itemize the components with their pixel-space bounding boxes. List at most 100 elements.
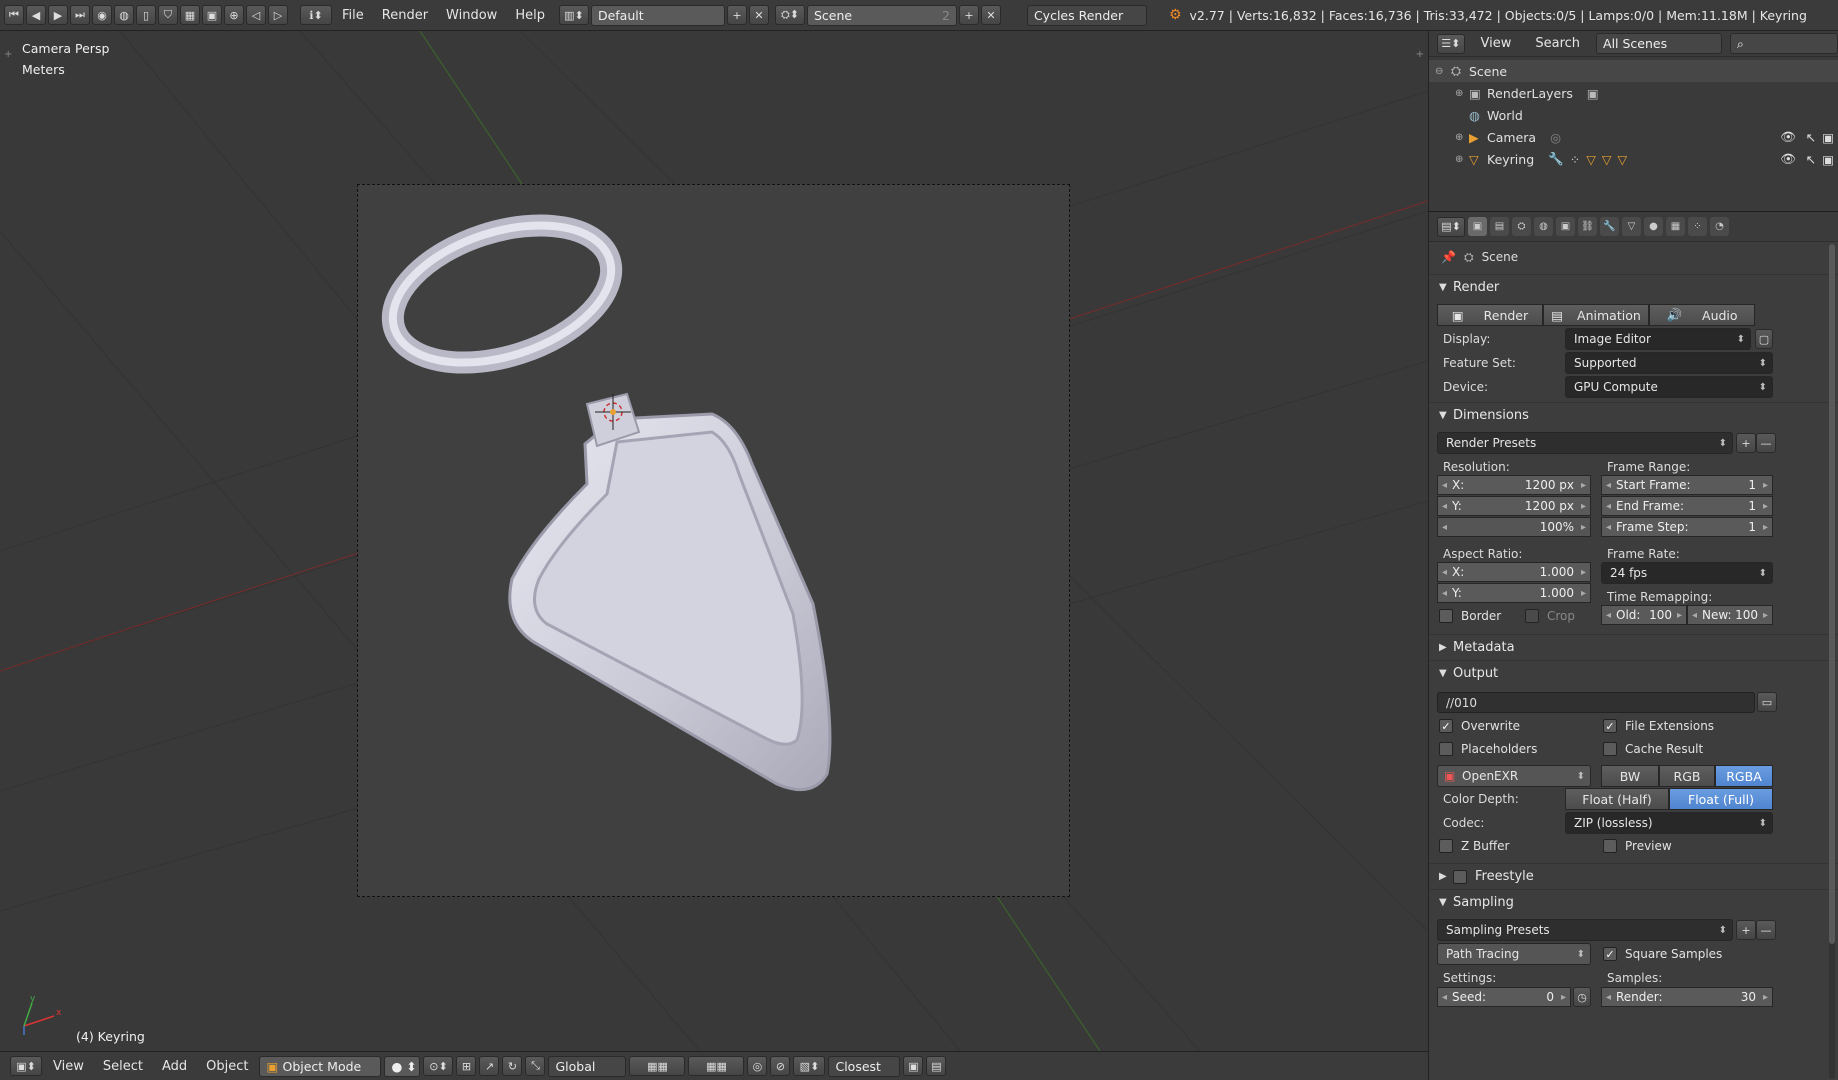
file-extensions-checkbox[interactable]: ✓ (1603, 719, 1617, 733)
outliner-item-renderlayers[interactable]: ⊕ ▣ RenderLayers ▣ (1429, 82, 1838, 104)
panel-output-header[interactable]: ▼ Output (1429, 660, 1838, 686)
scrollbar[interactable] (1829, 244, 1835, 1079)
depth-float-half[interactable]: Float (Half) (1565, 788, 1669, 810)
checker-icon[interactable]: ▦ (180, 5, 200, 25)
search-input[interactable]: ⌕ (1729, 33, 1838, 54)
mesh-data-icon-2[interactable]: ▽ (1602, 152, 1612, 167)
scene-field[interactable]: Scene 2 (806, 4, 957, 26)
visibility-icon[interactable]: 👁 (1780, 129, 1796, 145)
frame-step-field[interactable]: Frame Step: 1 (1601, 517, 1773, 537)
camera-data-icon[interactable]: ◎ (1550, 130, 1561, 145)
resolution-x-field[interactable]: X: 1200 px (1437, 475, 1591, 495)
remove-preset-icon[interactable]: — (1756, 433, 1776, 453)
menu-window[interactable]: Window (438, 8, 505, 23)
snap-target-select[interactable]: Closest (828, 1055, 901, 1077)
clock-icon[interactable]: ◷ (1573, 987, 1591, 1007)
outliner-item-world[interactable]: ◍ World (1429, 104, 1838, 126)
panel-render-header[interactable]: ▼ Render (1429, 274, 1838, 300)
panel-metadata-header[interactable]: ▶ Metadata (1429, 634, 1838, 660)
remove-scene-icon[interactable]: ✕ (980, 5, 1001, 25)
remove-layout-icon[interactable]: ✕ (748, 5, 769, 25)
audio-button[interactable]: 🔊 Audio (1649, 304, 1755, 326)
aspect-y-field[interactable]: Y: 1.000 (1437, 583, 1591, 603)
shield-icon[interactable]: ⛉ (158, 5, 178, 25)
layers-icon-2[interactable]: ▦▦ (688, 1056, 745, 1076)
file-format-select[interactable]: ▣ OpenEXR (1437, 765, 1591, 787)
material-tab-icon[interactable]: ● (1644, 217, 1663, 236)
proportional-edit-icon[interactable]: ◎ (747, 1056, 768, 1076)
blender-logo-icon[interactable]: ◉ (92, 5, 112, 25)
transform-orientation-select[interactable]: Global (548, 1055, 627, 1077)
object-tab-icon[interactable]: ▣ (1556, 217, 1575, 236)
layers-icon[interactable]: ▦▦ (629, 1056, 686, 1076)
particles-tab-icon[interactable]: ⁘ (1688, 217, 1707, 236)
mode-select[interactable]: ▣ Object Mode (259, 1055, 382, 1077)
freestyle-checkbox[interactable] (1453, 869, 1467, 884)
snap-icon[interactable]: ⊘ (770, 1056, 791, 1076)
panel-dimensions-header[interactable]: ▼ Dimensions (1429, 402, 1838, 428)
new-file-icon[interactable]: ▯ (136, 5, 156, 25)
pin-icon[interactable]: 📌 (1441, 250, 1456, 264)
aspect-x-field[interactable]: X: 1.000 (1437, 562, 1591, 582)
render-engine-select[interactable]: Cycles Render (1026, 4, 1147, 26)
mesh-data-icon[interactable]: ▽ (1586, 152, 1596, 167)
preview-checkbox[interactable] (1603, 839, 1617, 853)
seed-field[interactable]: Seed: 0 (1437, 987, 1571, 1007)
render-samples-field[interactable]: Render: 30 (1601, 987, 1773, 1007)
render-layers-tab-icon[interactable]: ▤ (1490, 217, 1509, 236)
globe-icon[interactable]: ◍ (114, 5, 134, 25)
world-tab-icon[interactable]: ◍ (1534, 217, 1553, 236)
menu-render[interactable]: Render (374, 8, 436, 23)
visibility-icon[interactable]: 👁 (1780, 151, 1796, 167)
editor-type-icon[interactable]: ☰⬍ (1437, 33, 1465, 54)
viewport-shading-select[interactable]: ● ⬍ (384, 1055, 421, 1077)
screen-layout-field[interactable]: Default (590, 4, 725, 26)
jump-start-icon[interactable]: ⏮ (4, 5, 24, 25)
wrench-icon[interactable]: 🔧 (1548, 151, 1564, 167)
render-toggle-icon[interactable]: ▣ (1822, 152, 1834, 167)
end-frame-field[interactable]: End Frame: 1 (1601, 496, 1773, 516)
border-checkbox[interactable] (1439, 609, 1453, 623)
render-presets-select[interactable]: Render Presets (1437, 432, 1733, 454)
time-old-field[interactable]: Old: 100 (1601, 605, 1687, 625)
window-icon[interactable]: ▢ (1755, 329, 1773, 349)
expand-icon[interactable]: ⊕ (1455, 88, 1469, 99)
add-layout-icon[interactable]: + (726, 5, 747, 25)
add-preset-icon[interactable]: + (1736, 433, 1756, 453)
add-circle-icon[interactable]: ⊕ (224, 5, 244, 25)
crop-checkbox[interactable] (1525, 609, 1539, 623)
editor-type-icon[interactable]: ▤⬍ (1437, 216, 1465, 237)
add-preset-icon[interactable]: + (1736, 920, 1756, 940)
render-icon[interactable]: ▣ (202, 5, 222, 25)
constraints-tab-icon[interactable]: ⛓ (1578, 217, 1597, 236)
expand-icon[interactable]: ⊕ (1455, 132, 1469, 143)
panel-sampling-header[interactable]: ▼ Sampling (1429, 889, 1838, 915)
pivot-point-icon[interactable]: ⊙⬍ (423, 1056, 454, 1076)
sampling-presets-select[interactable]: Sampling Presets (1437, 919, 1733, 941)
remove-preset-icon[interactable]: — (1756, 920, 1776, 940)
select-icon[interactable]: ↖ (1806, 130, 1816, 145)
depth-float-full[interactable]: Float (Full) (1669, 788, 1773, 810)
outliner-item-scene[interactable]: ⊖ ⛭ Scene (1429, 60, 1838, 82)
render-toggle-icon[interactable]: ▣ (1822, 130, 1834, 145)
screen-layout-icon[interactable]: ▥⬍ (558, 5, 589, 25)
manipulator-toggle-icon[interactable]: ⊞ (456, 1056, 477, 1076)
animation-button[interactable]: ▤ Animation (1543, 304, 1649, 326)
menu-add[interactable]: Add (154, 1059, 195, 1074)
color-mode-bw[interactable]: BW (1601, 765, 1659, 787)
integrator-select[interactable]: Path Tracing (1437, 943, 1591, 965)
cache-result-checkbox[interactable] (1603, 742, 1617, 756)
display-select[interactable]: Image Editor (1565, 328, 1751, 350)
select-icon[interactable]: ↖ (1806, 152, 1816, 167)
resolution-percentage-field[interactable]: 100% (1437, 517, 1591, 537)
color-mode-rgba[interactable]: RGBA (1715, 765, 1773, 787)
scale-icon[interactable]: ⤡ (525, 1056, 546, 1076)
menu-help[interactable]: Help (507, 8, 553, 23)
scene-tab-icon[interactable]: ⛭ (1512, 217, 1531, 236)
scene-icon[interactable]: ⛭⬍ (774, 5, 805, 25)
menu-object[interactable]: Object (198, 1059, 256, 1074)
scrollbar-thumb[interactable] (1829, 244, 1835, 944)
feature-set-select[interactable]: Supported (1565, 352, 1773, 374)
codec-select[interactable]: ZIP (lossless) (1565, 812, 1773, 834)
info-editor-type-icon[interactable]: ℹ⬍ (300, 5, 332, 25)
